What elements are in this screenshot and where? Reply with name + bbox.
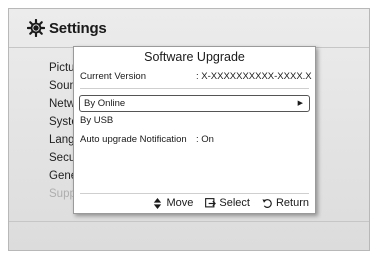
return-icon [262, 198, 272, 208]
select-label: Select [219, 197, 250, 209]
current-version-label: Current Version [80, 71, 147, 82]
footer-divider [9, 221, 369, 222]
by-online-label: By Online [84, 98, 126, 109]
auto-upgrade-label: Auto upgrade Notification [80, 134, 187, 145]
up-down-arrow-icon [154, 197, 162, 209]
current-version-row: Current Version : X-XXXXXXXXXX-XXXX.X [80, 69, 312, 85]
by-usb-option[interactable]: By USB [80, 113, 309, 129]
gear-icon [27, 19, 45, 37]
play-arrow-icon: ▶ [297, 100, 303, 107]
software-upgrade-dialog: Software Upgrade Current Version : X-XXX… [73, 46, 316, 214]
select-icon [205, 197, 217, 207]
move-label: Move [166, 197, 194, 209]
return-label: Return [275, 197, 309, 209]
by-online-option[interactable]: By Online ▶ [79, 95, 310, 112]
page-title: Settings [49, 19, 107, 37]
button-guide: Move Select Return [152, 195, 309, 211]
footer-separator [80, 193, 309, 194]
auto-upgrade-notification-option[interactable]: Auto upgrade Notification : On [80, 132, 309, 148]
auto-upgrade-value: : On [196, 134, 214, 145]
dialog-title: Software Upgrade [144, 50, 245, 64]
divider [80, 88, 309, 89]
settings-header: Settings [9, 9, 369, 47]
current-version-value: : X-XXXXXXXXXX-XXXX.X [196, 71, 312, 82]
by-usb-label: By USB [80, 115, 114, 126]
